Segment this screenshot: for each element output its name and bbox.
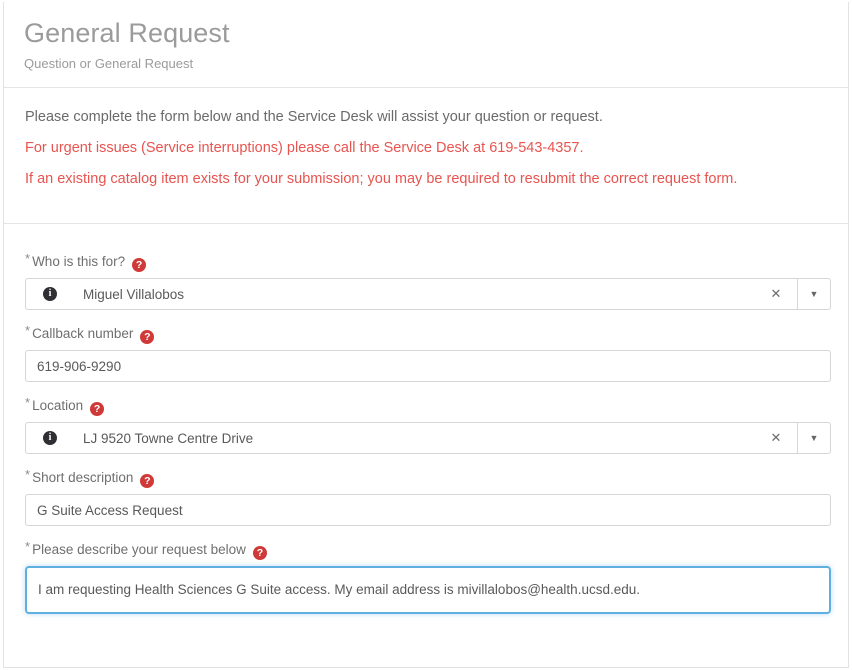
label-text: Please describe your request below	[32, 542, 246, 557]
location-input[interactable]: i LJ 9520 Towne Centre Drive ✕ ▼	[25, 422, 831, 454]
label-callback-number: * Callback number?	[25, 322, 827, 344]
field-describe-request: * Please describe your request below?	[25, 538, 831, 614]
location-value: LJ 9520 Towne Centre Drive	[83, 430, 254, 446]
required-marker: *	[25, 395, 31, 410]
form-body: * Who is this for?? i Miguel Villalobos ✕…	[4, 224, 848, 614]
required-marker: *	[25, 539, 31, 554]
instruction-line-urgent: For urgent issues (Service interruptions…	[25, 140, 584, 156]
help-icon[interactable]: ?	[90, 402, 105, 416]
label-who-is-this-for: * Who is this for??	[25, 250, 827, 272]
label-text: Short description	[32, 470, 134, 485]
label-text: Who is this for?	[32, 254, 126, 269]
clear-icon[interactable]: ✕	[755, 279, 797, 309]
help-icon[interactable]: ?	[140, 474, 155, 488]
callback-number-input[interactable]	[26, 351, 830, 381]
short-description-input[interactable]	[26, 495, 830, 525]
clear-icon[interactable]: ✕	[755, 423, 797, 453]
chevron-down-icon[interactable]: ▼	[797, 279, 830, 309]
chevron-down-icon[interactable]: ▼	[797, 423, 830, 453]
short-description-control[interactable]	[25, 494, 831, 526]
label-text: Callback number	[32, 326, 134, 341]
field-who-is-this-for: * Who is this for?? i Miguel Villalobos ✕…	[25, 250, 831, 310]
instruction-line-primary: Please complete the form below and the S…	[25, 109, 603, 125]
who-is-this-for-value: Miguel Villalobos	[83, 286, 185, 302]
field-short-description: * Short description?	[25, 466, 831, 526]
label-location: * Location?	[25, 394, 827, 416]
help-icon[interactable]: ?	[132, 258, 147, 272]
label-short-description: * Short description?	[25, 466, 827, 488]
form-header: General Request Question or General Requ…	[4, 2, 848, 88]
instructions-block: Please complete the form below and the S…	[4, 88, 848, 224]
page-title: General Request	[24, 18, 230, 48]
page-subtitle: Question or General Request	[24, 56, 194, 71]
instruction-line-catalog: If an existing catalog item exists for y…	[25, 171, 738, 187]
describe-request-textarea[interactable]	[27, 568, 829, 612]
describe-request-control[interactable]	[25, 566, 831, 614]
request-form-panel: General Request Question or General Requ…	[3, 2, 849, 668]
label-describe-request: * Please describe your request below?	[25, 538, 827, 560]
help-icon[interactable]: ?	[252, 546, 267, 560]
info-icon[interactable]: i	[43, 431, 57, 445]
field-location: * Location? i LJ 9520 Towne Centre Drive …	[25, 394, 831, 454]
field-callback-number: * Callback number?	[25, 322, 831, 382]
label-text: Location	[32, 398, 84, 413]
required-marker: *	[25, 467, 31, 482]
required-marker: *	[25, 323, 31, 338]
required-marker: *	[25, 251, 31, 266]
who-is-this-for-input[interactable]: i Miguel Villalobos ✕ ▼	[25, 278, 831, 310]
help-icon[interactable]: ?	[140, 330, 155, 344]
callback-number-control[interactable]	[25, 350, 831, 382]
info-icon[interactable]: i	[43, 287, 57, 301]
